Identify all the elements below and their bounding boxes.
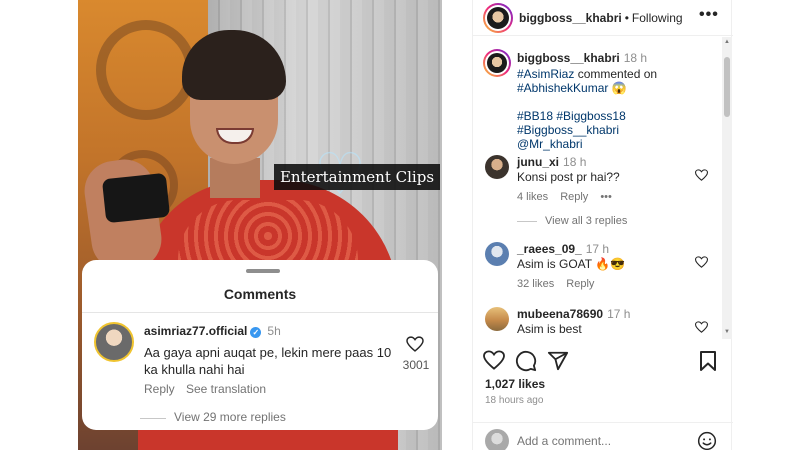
reply-link[interactable]: Reply [560, 191, 588, 203]
caption-fragment: commented on [574, 67, 658, 81]
comment-meta: 4 likes Reply ••• [517, 191, 624, 203]
post-header: biggboss__khabri • Following ••• [473, 0, 733, 36]
caption-user-line: biggboss__khabri 18 h [517, 51, 647, 65]
avatar[interactable] [483, 3, 513, 33]
posted-time: 18 hours ago [485, 395, 544, 406]
view-more-replies: View 29 more replies [174, 410, 286, 424]
divider [140, 418, 166, 419]
emoji-icon[interactable] [697, 431, 717, 450]
caption-username[interactable]: biggboss__khabri [517, 51, 620, 65]
comment-text: Konsi post pr hai?? [517, 170, 620, 184]
comment-text: Asim is best [517, 322, 582, 336]
comment-text: Aa gaya apni auqat pe, lekin mere paas 1… [144, 345, 392, 377]
post-panel: biggboss__khabri • Following ••• biggboss_… [472, 0, 733, 450]
phone-in-hand [101, 172, 171, 224]
avatar-inner [485, 51, 509, 75]
comment-user-line: _raees_09_ 17 h [517, 242, 609, 256]
comment-likes[interactable]: 4 likes [517, 191, 548, 203]
decor-ring [96, 20, 196, 120]
hashtags-line[interactable]: #BB18 #Biggboss18 #Biggboss__khabri [517, 109, 626, 137]
see-translation-link: See translation [186, 382, 267, 396]
heart-icon[interactable] [483, 350, 505, 372]
avatar-face [487, 7, 509, 29]
reply-link[interactable]: Reply [566, 278, 594, 290]
comment-time: 18 h [563, 155, 587, 169]
header-username[interactable]: biggboss__khabri [519, 11, 622, 25]
list-item: junu_xi 18 h Konsi post pr hai?? 4 likes R… [473, 155, 723, 227]
caption-time: 18 h [623, 51, 648, 65]
caption-hashtags: #BB18 #Biggboss18 #Biggboss__khabri @Mr_… [517, 109, 717, 151]
scroll-up-icon[interactable]: ▲ [724, 39, 730, 45]
separator-dot: • [624, 11, 629, 25]
post-actions [473, 340, 723, 380]
more-options-icon[interactable]: ••• [699, 6, 719, 24]
avatar [94, 322, 134, 362]
avatar [485, 429, 509, 450]
comment-user-line: junu_xi 18 h [517, 155, 586, 169]
hashtag-link[interactable]: #AbhishekKumar [517, 81, 608, 95]
share-icon[interactable] [547, 350, 569, 372]
add-comment-input[interactable] [517, 434, 687, 448]
comments-title: Comments [223, 286, 297, 302]
list-item: mubeena78690 17 h Asim is best [473, 307, 723, 337]
avatar[interactable] [485, 242, 509, 266]
bar [517, 220, 537, 222]
comment-likes[interactable]: 32 likes [517, 278, 554, 290]
caption-text: #AsimRiaz commented on #AbhishekKumar 😱 [517, 67, 717, 95]
following-button[interactable]: Following [632, 11, 683, 25]
add-comment-row [473, 422, 733, 450]
comment-user-line: mubeena78690 17 h [517, 307, 630, 321]
heart-icon [406, 336, 424, 357]
avatar[interactable] [485, 307, 509, 331]
scroll-down-icon[interactable]: ▼ [724, 329, 730, 335]
comment-time: 17 h [607, 307, 631, 321]
more-options-icon[interactable]: ••• [600, 191, 612, 203]
avatar[interactable] [483, 49, 511, 77]
avatar-inner [485, 5, 511, 31]
person-neck [210, 158, 260, 198]
mention-link[interactable]: @Mr_khabri [517, 137, 583, 151]
verified-badge-icon: ✓ [250, 327, 262, 338]
reply-link: Reply [144, 382, 175, 396]
comment-username[interactable]: junu_xi [517, 155, 559, 169]
avatar-face [487, 53, 507, 73]
comment-username: asimriaz77.official ✓ 5h [144, 324, 281, 338]
username-text: asimriaz77.official [144, 324, 248, 338]
bookmark-icon[interactable] [699, 350, 721, 372]
sheet-grabber [246, 269, 280, 273]
post-media[interactable]: ♡ Entertainment Clips Comments asimriaz7… [78, 0, 442, 450]
overlay-label: Entertainment Clips [274, 164, 440, 190]
scrollbar[interactable]: ▲ ▼ [722, 37, 732, 339]
comment-username[interactable]: mubeena78690 [517, 307, 603, 321]
view-replies-link[interactable]: View all 3 replies [517, 215, 627, 227]
comment-time: 17 h [585, 242, 610, 256]
comment-meta: 32 likes Reply [517, 278, 606, 290]
comment-text: Asim is GOAT 🔥😎 [517, 257, 626, 271]
comments-screenshot-card: Comments asimriaz77.official ✓ 5h Aa gaya … [82, 260, 438, 430]
likes-count[interactable]: 1,027 likes [485, 377, 545, 391]
heart-icon[interactable] [694, 169, 709, 184]
heart-icon[interactable] [694, 256, 709, 271]
view-replies-text: View all 3 replies [545, 215, 628, 227]
scrollbar-thumb[interactable] [724, 57, 730, 117]
avatar[interactable] [485, 155, 509, 179]
comment-time: 5h [267, 324, 281, 338]
hashtag-link[interactable]: #AsimRiaz [517, 67, 574, 81]
list-item: _raees_09_ 17 h Asim is GOAT 🔥😎 32 likes R… [473, 242, 723, 312]
divider [82, 312, 438, 313]
header-user-line: biggboss__khabri • Following [519, 11, 683, 25]
caption-emoji: 😱 [608, 81, 627, 95]
comments-scroll-area[interactable]: biggboss__khabri 18 h #AsimRiaz commented… [473, 37, 733, 337]
comment-icon[interactable] [515, 350, 537, 372]
comment-like-count: 3001 [402, 358, 430, 372]
comment-username[interactable]: _raees_09_ [517, 242, 582, 256]
instagram-post-view: ♡ Entertainment Clips Comments asimriaz7… [0, 0, 800, 450]
heart-icon[interactable] [694, 321, 709, 336]
